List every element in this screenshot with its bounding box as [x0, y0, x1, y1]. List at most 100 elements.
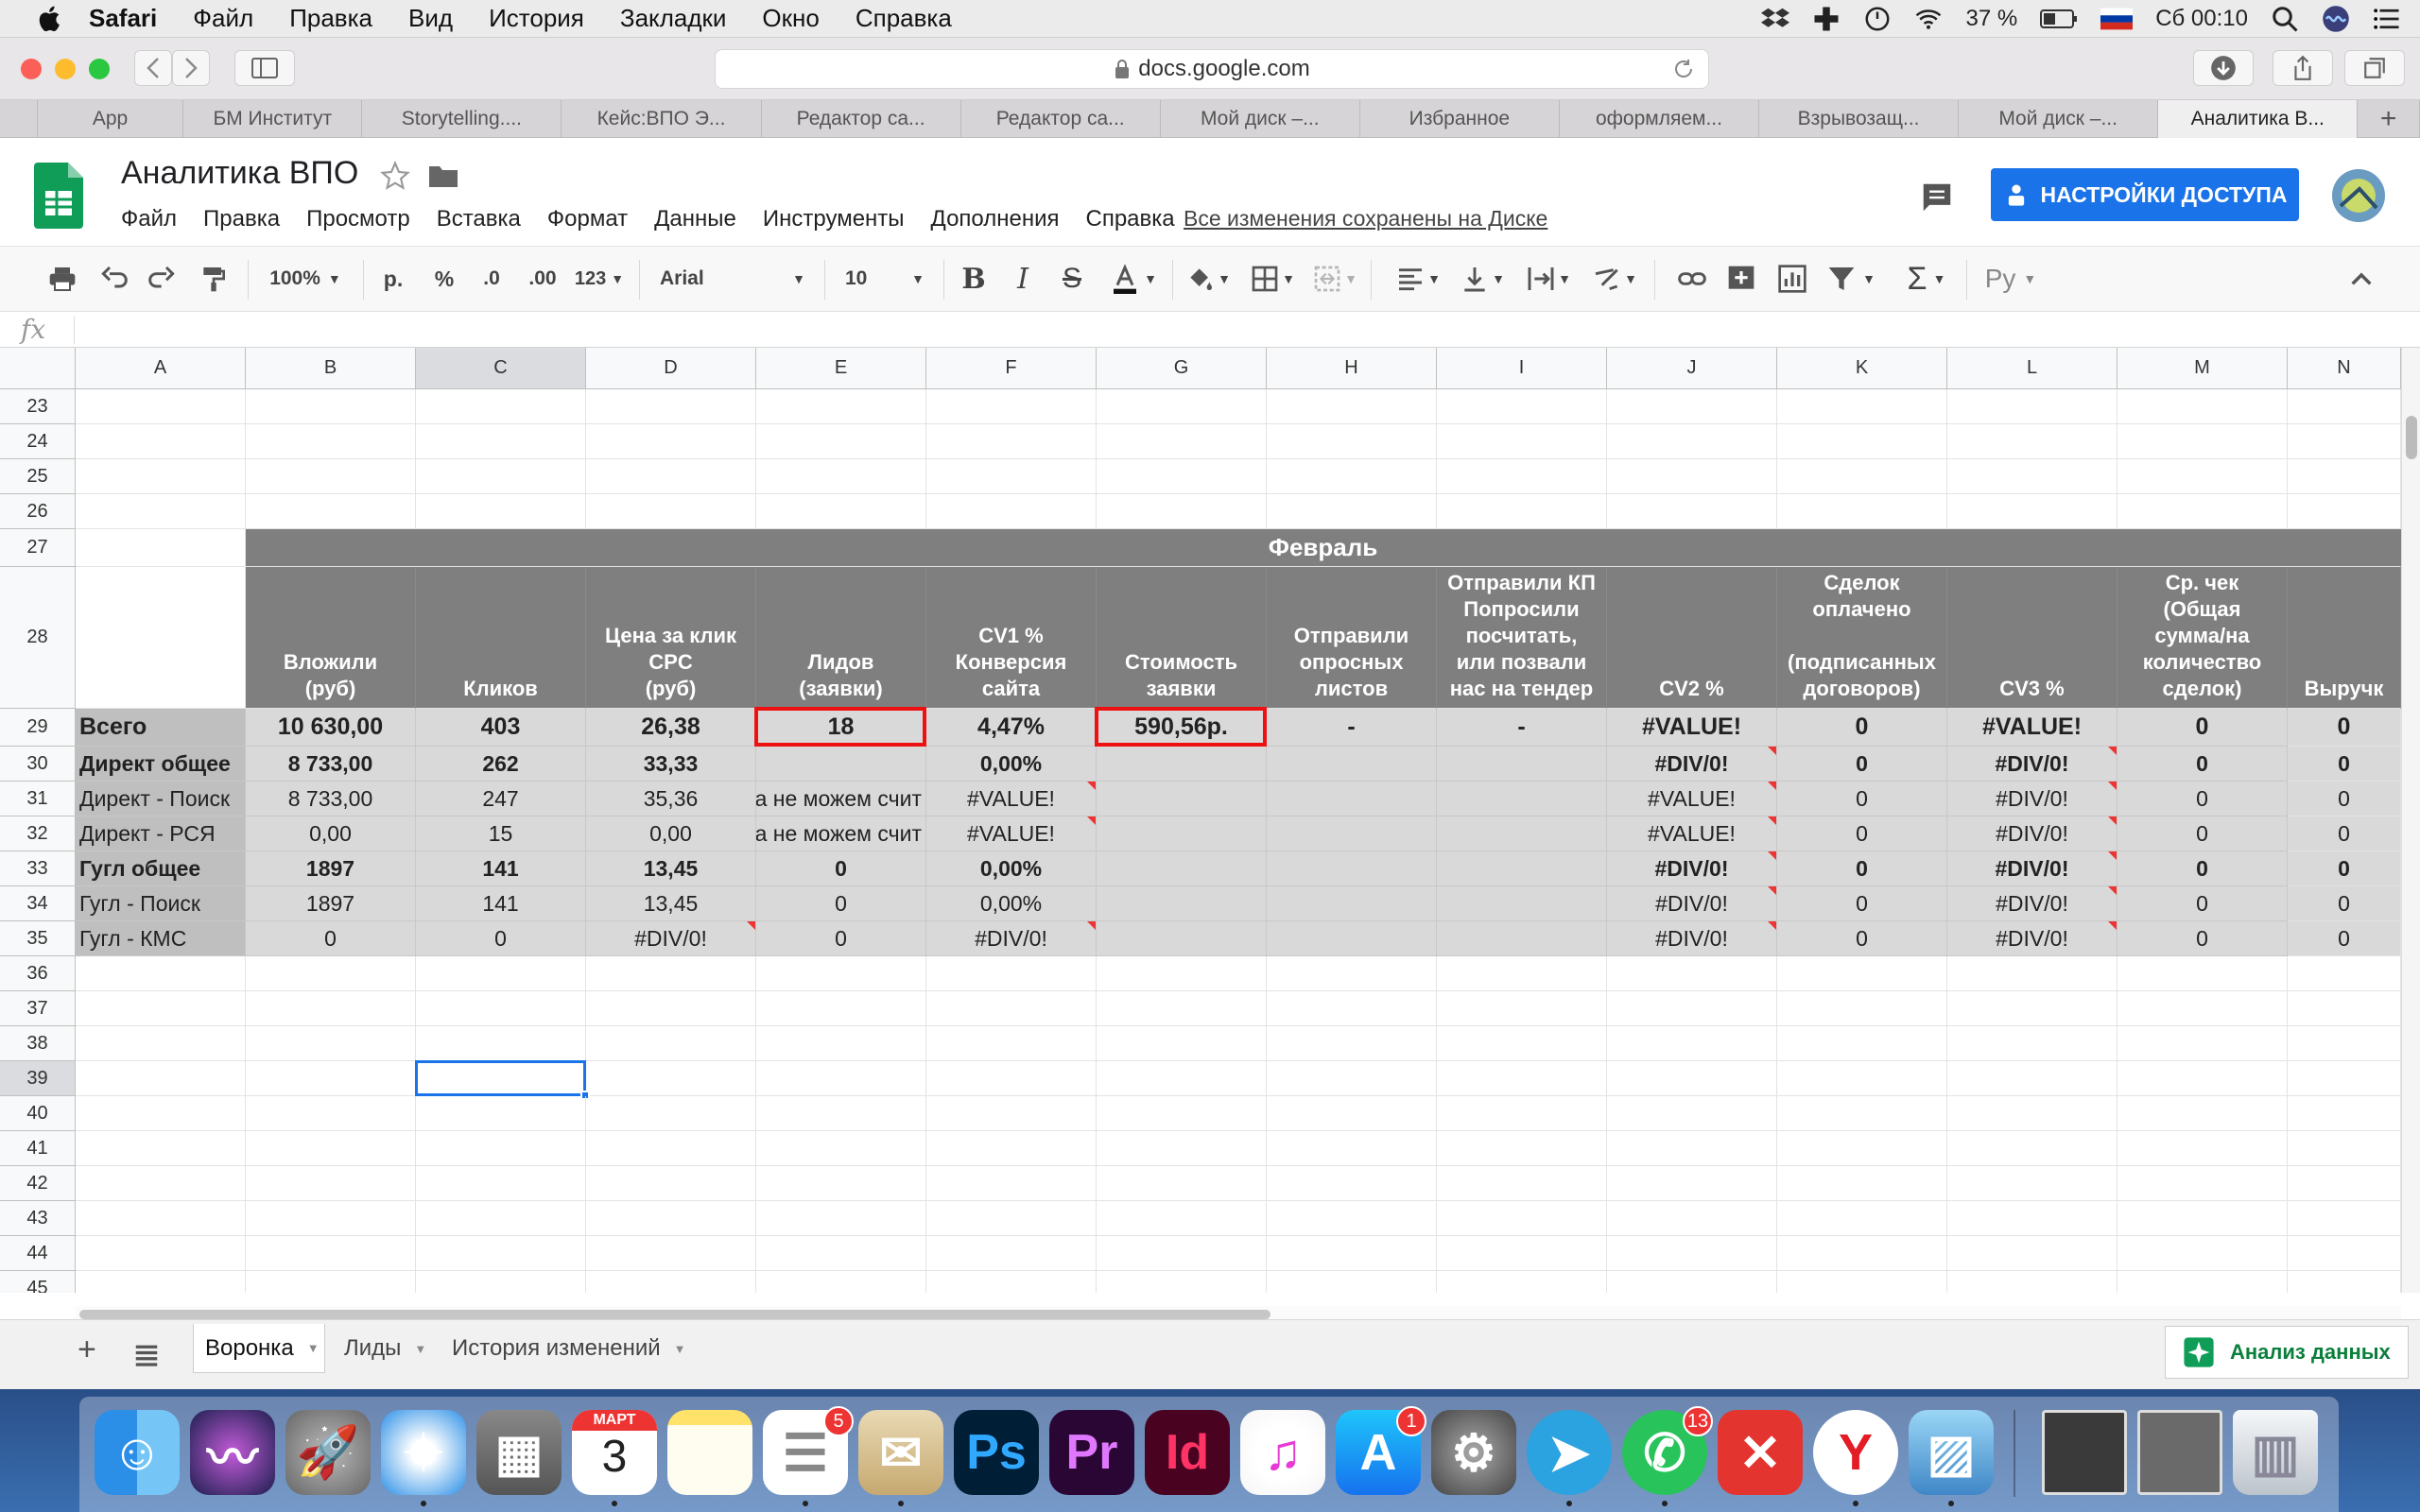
grid-cell[interactable] — [2118, 1201, 2288, 1236]
grid-cell[interactable] — [1267, 1271, 1437, 1293]
grid-cell[interactable] — [2288, 709, 2401, 747]
trash-icon[interactable]: ▥ — [2233, 1410, 2318, 1495]
address-bar[interactable]: docs.google.com — [715, 49, 1709, 89]
grid-cell[interactable] — [2288, 956, 2401, 991]
browser-tab[interactable]: оформляем... — [1560, 100, 1760, 138]
grid-cell[interactable] — [1947, 424, 2118, 459]
data-cell[interactable]: #DIV/0! — [1607, 886, 1777, 921]
menu-view[interactable]: Вид — [408, 4, 453, 33]
grid-cell[interactable] — [1607, 494, 1777, 529]
apple-icon[interactable] — [34, 3, 66, 35]
timer-icon[interactable] — [1863, 5, 1892, 33]
grid-cell[interactable] — [2288, 816, 2401, 851]
data-cell[interactable]: 0 — [756, 886, 926, 921]
functions-button[interactable]: Σ ▼ — [1898, 260, 1955, 298]
grid-cell[interactable] — [246, 956, 416, 991]
data-cell[interactable]: ка не можем счит — [756, 816, 926, 851]
browser-tab[interactable]: Избранное — [1360, 100, 1560, 138]
grid-cell[interactable] — [926, 494, 1097, 529]
select-all-corner[interactable] — [0, 348, 76, 389]
row-header-35[interactable]: 35 — [0, 921, 76, 956]
data-cell[interactable]: #VALUE! — [926, 816, 1097, 851]
data-cell[interactable]: 262 — [416, 747, 586, 782]
grid-cell[interactable] — [416, 1131, 586, 1166]
battery-icon[interactable] — [2040, 9, 2078, 29]
menu-edit[interactable]: Правка — [289, 4, 372, 33]
column-title-M[interactable]: Ср. чек (Общая сумма/на количество сдело… — [2118, 567, 2288, 709]
data-cell[interactable]: #DIV/0! — [1947, 851, 2118, 886]
grid-cell[interactable] — [586, 956, 756, 991]
sheets-menu-data[interactable]: Данные — [654, 206, 736, 232]
grid-cell[interactable] — [76, 1271, 246, 1293]
grid-cell[interactable] — [1947, 956, 2118, 991]
vertical-align-button[interactable]: ▼ — [1456, 260, 1509, 298]
data-cell[interactable]: 0 — [1777, 816, 1947, 851]
input-tools-button[interactable]: Ру ▼ — [1978, 260, 2044, 298]
grid-cell[interactable] — [1437, 1236, 1607, 1271]
grid-cell[interactable] — [756, 1166, 926, 1201]
grid-cell[interactable] — [2288, 494, 2401, 529]
grid-cell[interactable] — [1437, 494, 1607, 529]
grid-cell[interactable] — [586, 1201, 756, 1236]
grid-cell[interactable] — [76, 459, 246, 494]
decrease-decimal-button[interactable]: .0 — [475, 260, 509, 298]
data-cell[interactable]: #DIV/0! — [1947, 782, 2118, 816]
data-cell[interactable]: #DIV/0! — [1607, 851, 1777, 886]
grid-cell[interactable] — [76, 389, 246, 424]
fill-color-button[interactable]: ▼ — [1182, 260, 1235, 298]
sheet-tab-history[interactable]: История изменений ▼ — [441, 1324, 694, 1373]
grid-cell[interactable] — [76, 1166, 246, 1201]
grid-cell[interactable] — [1607, 1201, 1777, 1236]
data-cell[interactable]: 0 — [416, 921, 586, 956]
grid-cell[interactable] — [2288, 851, 2401, 886]
column-title-L[interactable]: CV3 % — [1947, 567, 2118, 709]
column-title-G[interactable]: Стоимость заявки — [1097, 567, 1267, 709]
launchpad-icon[interactable]: 🚀 — [285, 1410, 371, 1495]
grid-cell[interactable] — [1097, 991, 1267, 1026]
data-cell[interactable]: 26,38 — [586, 709, 756, 747]
grid-cell[interactable] — [2118, 1166, 2288, 1201]
data-cell[interactable]: 8 733,00 — [246, 782, 416, 816]
selected-cell-C39[interactable] — [415, 1060, 586, 1096]
grid-cell[interactable] — [586, 991, 756, 1026]
grid-cell[interactable] — [1947, 991, 2118, 1026]
grid-cell[interactable] — [2118, 424, 2288, 459]
grid-cell[interactable] — [416, 1166, 586, 1201]
bold-button[interactable]: B — [955, 260, 993, 298]
column-title-C[interactable]: Кликов — [416, 567, 586, 709]
row-header-42[interactable]: 42 — [0, 1166, 76, 1201]
grid-cell[interactable] — [1267, 424, 1437, 459]
minimize-window-button[interactable] — [55, 59, 76, 79]
grid-cell[interactable] — [2288, 1271, 2401, 1293]
grid-cell[interactable] — [1097, 956, 1267, 991]
grid-cell[interactable] — [416, 1201, 586, 1236]
grid-cell[interactable] — [1607, 1166, 1777, 1201]
data-cell[interactable]: #VALUE! — [926, 782, 1097, 816]
data-cell[interactable]: 13,45 — [586, 886, 756, 921]
column-header-N[interactable]: N — [2288, 348, 2401, 389]
data-cell[interactable]: 1897 — [246, 886, 416, 921]
data-cell[interactable] — [1267, 921, 1437, 956]
grid-cell[interactable] — [76, 1201, 246, 1236]
grid-cell[interactable] — [76, 1236, 246, 1271]
strikethrough-button[interactable]: S — [1053, 260, 1091, 298]
percent-format-button[interactable]: % — [427, 260, 461, 298]
grid-cell[interactable] — [246, 389, 416, 424]
filter-button[interactable]: ▼ — [1823, 260, 1879, 298]
clock[interactable]: Сб 00:10 — [2155, 6, 2248, 32]
grid-cell[interactable] — [1607, 1271, 1777, 1293]
browser-tab[interactable]: Мой диск –... — [1959, 100, 2159, 138]
data-cell[interactable]: #DIV/0! — [1947, 886, 2118, 921]
sheets-menu-file[interactable]: Файл — [121, 206, 177, 232]
vertical-scrollbar[interactable] — [2401, 348, 2420, 1293]
grid-cell[interactable] — [756, 389, 926, 424]
grid-cell[interactable] — [756, 1026, 926, 1061]
grid-cell[interactable] — [416, 1271, 586, 1293]
browser-tab[interactable]: БМ Институт — [183, 100, 363, 138]
back-button[interactable] — [134, 50, 172, 86]
search-icon[interactable] — [2271, 5, 2299, 33]
grid-cell[interactable] — [246, 494, 416, 529]
grid-cell[interactable] — [756, 1096, 926, 1131]
more-formats-button[interactable]: 123 ▼ — [571, 260, 628, 298]
text-wrap-button[interactable]: ▼ — [1522, 260, 1575, 298]
